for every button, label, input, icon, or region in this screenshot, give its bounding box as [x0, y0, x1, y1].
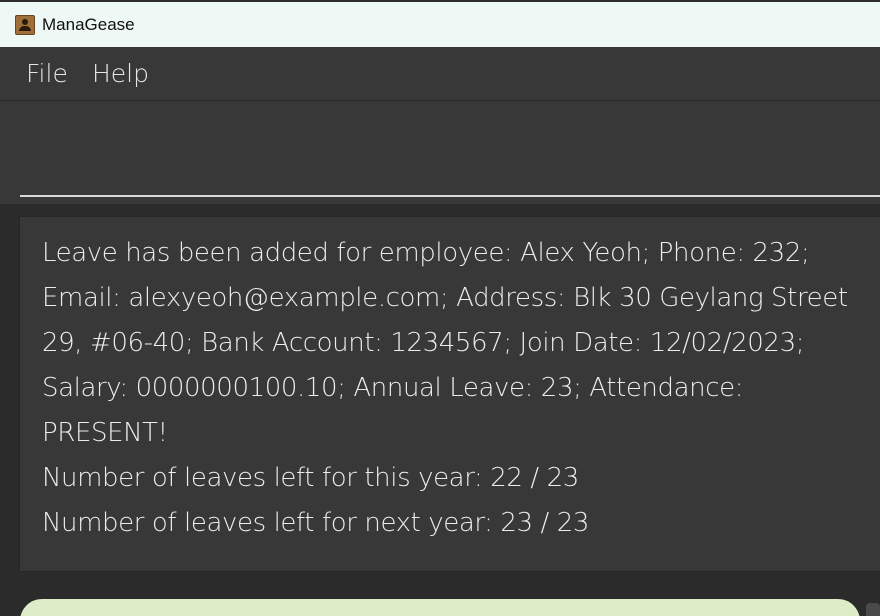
window-title: ManaGease — [42, 15, 135, 34]
result-box: Leave has been added for employee: Alex … — [19, 216, 880, 572]
person-list-panel — [0, 581, 880, 616]
app-window: ManaGease File Help Leave has been added… — [0, 0, 880, 616]
command-input[interactable] — [20, 101, 880, 197]
contact-book-icon — [15, 15, 35, 35]
menu-file[interactable]: File — [26, 59, 68, 88]
menu-help[interactable]: Help — [92, 59, 149, 88]
command-box — [0, 101, 880, 206]
list-scrollbar[interactable] — [866, 603, 880, 616]
menu-bar: File Help — [0, 47, 880, 101]
result-message: Leave has been added for employee: Alex … — [42, 238, 848, 538]
title-bar: ManaGease — [0, 0, 880, 47]
result-display: Leave has been added for employee: Alex … — [0, 206, 880, 581]
person-card[interactable] — [20, 599, 860, 616]
